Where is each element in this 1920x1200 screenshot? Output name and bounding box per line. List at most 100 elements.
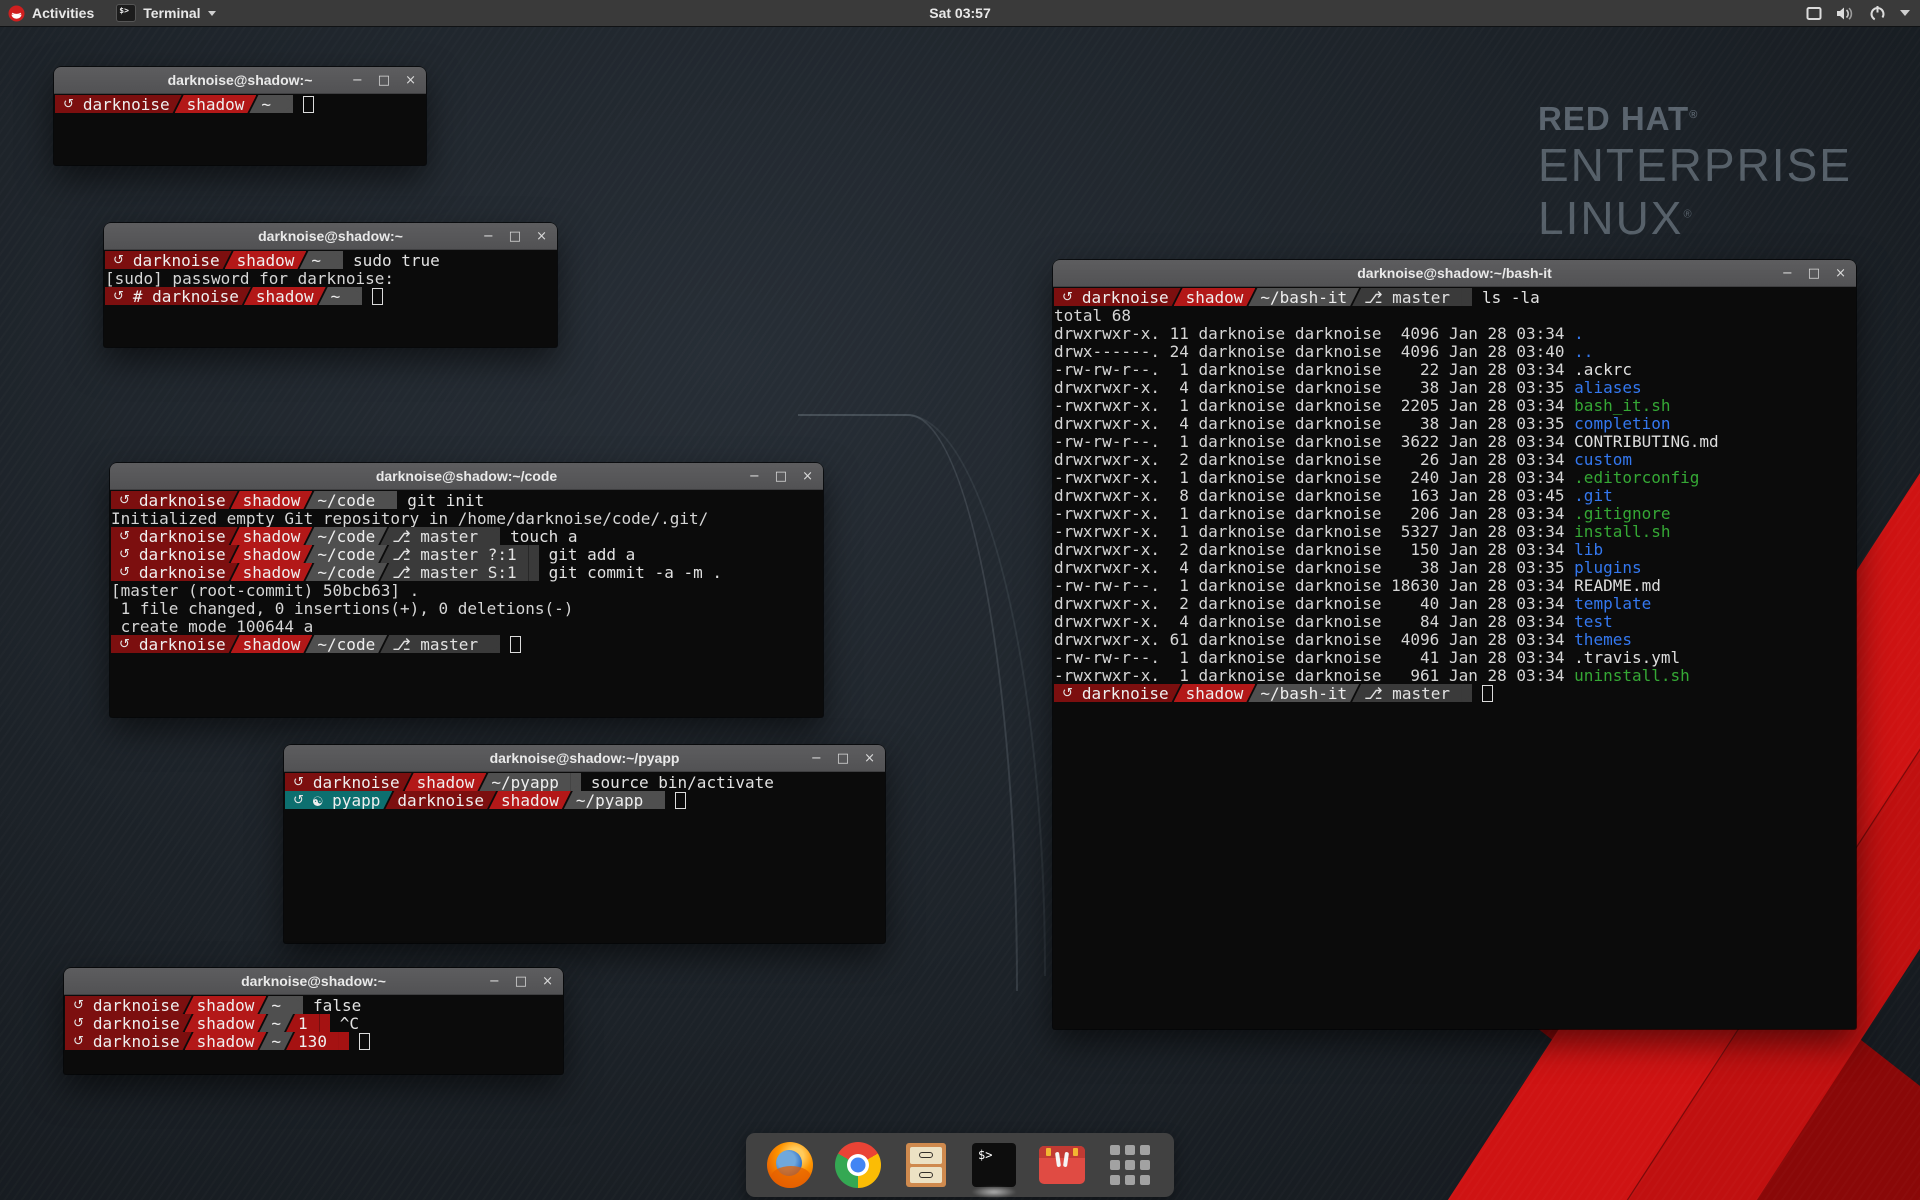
screen-icon[interactable]	[1806, 6, 1822, 21]
activities-label: Activities	[32, 5, 94, 21]
minimize-icon[interactable]: −	[749, 470, 760, 483]
command-text: ls -la	[1482, 288, 1540, 307]
terminal-cursor[interactable]	[359, 1033, 370, 1050]
distro-icon: ↺	[63, 97, 74, 112]
power-icon[interactable]	[1869, 5, 1886, 22]
terminal-cursor[interactable]	[675, 792, 686, 809]
terminal-content[interactable]: ↺darknoiseshadow~false↺darknoiseshadow~1…	[64, 995, 563, 1074]
window-title: darknoise@shadow:~	[241, 973, 386, 989]
titlebar[interactable]: darknoise@shadow:~/bash-it −□×	[1053, 260, 1856, 287]
prompt-line: ↺darknoiseshadow~/code⎇ master S:1git co…	[111, 563, 823, 581]
dock-item-files[interactable]	[902, 1141, 950, 1189]
titlebar[interactable]: darknoise@shadow:~ − □ ×	[104, 223, 557, 250]
output-line: -rwxrwxr-x. 1 darknoise darknoise 2205 J…	[1054, 396, 1856, 414]
dock-item-app-grid[interactable]	[1106, 1141, 1154, 1189]
terminal-icon: $>	[972, 1143, 1016, 1187]
minimize-icon[interactable]: −	[1782, 267, 1793, 280]
prompt-segment-path: ~/code	[305, 491, 387, 509]
brand-line-1: RED HAT®	[1538, 102, 1852, 135]
terminal-content[interactable]: ↺darknoiseshadow~sudo true[sudo] passwor…	[104, 250, 557, 347]
prompt-segment-path: ~/pyapp	[479, 773, 570, 791]
maximize-icon[interactable]: □	[509, 230, 521, 243]
prompt-line: ↺darknoiseshadow~/code⎇ master ?:1git ad…	[111, 545, 823, 563]
terminal-content[interactable]: ↺darknoiseshadow~	[54, 94, 426, 165]
prompt-segment-git: ⎇ master	[380, 635, 490, 653]
ls-entry-meta: drwxrwxr-x. 4 darknoise darknoise 38 Jan…	[1054, 414, 1574, 433]
dock-item-firefox[interactable]	[766, 1141, 814, 1189]
prompt-segment-host: shadow	[244, 287, 326, 305]
distro-icon: ↺	[113, 253, 124, 268]
prompt-arrow-icon	[387, 491, 397, 509]
maximize-icon[interactable]: □	[775, 470, 787, 483]
maximize-icon[interactable]: □	[837, 752, 849, 765]
top-bar: Activities $> Terminal Sat 03:57	[0, 0, 1920, 27]
ls-entry-filename: CONTRIBUTING.md	[1574, 432, 1719, 451]
distro-icon: ↺	[119, 547, 130, 562]
output-text: [sudo] password for darknoise:	[105, 269, 394, 288]
dock-item-toolbox[interactable]	[1038, 1141, 1086, 1189]
prompt-segment-user: ↺darknoise	[111, 545, 238, 563]
prompt-line: ↺darknoiseshadow~	[55, 95, 426, 113]
prompt-arrow-icon	[1462, 288, 1472, 306]
close-icon[interactable]: ×	[536, 230, 547, 243]
command-text: touch a	[510, 527, 577, 546]
titlebar[interactable]: darknoise@shadow:~/pyapp −□×	[284, 745, 885, 772]
terminal-cursor[interactable]	[1482, 685, 1493, 702]
ls-entry-meta: -rwxrwxr-x. 1 darknoise darknoise 240 Ja…	[1054, 468, 1574, 487]
close-icon[interactable]: ×	[405, 74, 416, 87]
dock-item-terminal[interactable]: $>	[970, 1141, 1018, 1189]
output-line: drwxrwxr-x. 4 darknoise darknoise 38 Jan…	[1054, 558, 1856, 576]
redhat-logo-icon	[8, 5, 25, 22]
close-icon[interactable]: ×	[1835, 267, 1846, 280]
ls-entry-meta: drwxrwxr-x. 61 darknoise darknoise 4096 …	[1054, 630, 1574, 649]
volume-icon[interactable]	[1836, 6, 1855, 21]
terminal-window-home-2: darknoise@shadow:~ −□× ↺darknoiseshadow~…	[64, 968, 563, 1074]
output-line: [sudo] password for darknoise:	[105, 269, 557, 287]
titlebar[interactable]: darknoise@shadow:~ − □ ×	[64, 968, 563, 995]
dock-item-chrome[interactable]	[834, 1141, 882, 1189]
close-icon[interactable]: ×	[864, 752, 875, 765]
chrome-icon	[835, 1142, 881, 1188]
prompt-segment-user: ↺darknoise	[65, 1014, 192, 1032]
minimize-icon[interactable]: −	[483, 230, 494, 243]
command-text: false	[313, 996, 361, 1015]
prompt-segment-user: ↺darknoise	[1054, 288, 1181, 306]
maximize-icon[interactable]: □	[515, 975, 527, 988]
distro-icon: ↺	[113, 289, 124, 304]
prompt-line: ↺darknoiseshadow~/bash-it⎇ masterls -la	[1054, 288, 1856, 306]
close-icon[interactable]: ×	[802, 470, 813, 483]
minimize-icon[interactable]: −	[811, 752, 822, 765]
minimize-icon[interactable]: −	[352, 74, 363, 87]
prompt-segment-user: ↺darknoise	[65, 1032, 192, 1050]
app-menu-terminal[interactable]: $> Terminal	[116, 4, 215, 22]
activities-button[interactable]: Activities	[8, 5, 94, 22]
command-text: git add a	[549, 545, 636, 564]
prompt-segment-host: shadow	[185, 996, 267, 1014]
terminal-content[interactable]: ↺darknoiseshadow~/codegit initInitialize…	[110, 490, 823, 717]
terminal-content[interactable]: ↺darknoiseshadow~/bash-it⎇ masterls -lat…	[1053, 287, 1856, 1029]
distro-icon: ↺	[1062, 290, 1073, 305]
minimize-icon[interactable]: −	[489, 975, 500, 988]
brand-line-3: LINUX®	[1538, 195, 1852, 241]
ls-entry-meta: -rw-rw-r--. 1 darknoise darknoise 18630 …	[1054, 576, 1574, 595]
ls-entry-meta: drwx------. 24 darknoise darknoise 4096 …	[1054, 342, 1574, 361]
window-title: darknoise@shadow:~	[258, 228, 403, 244]
output-line: 1 file changed, 0 insertions(+), 0 delet…	[111, 599, 823, 617]
titlebar[interactable]: darknoise@shadow:~ − □ ×	[54, 67, 426, 94]
terminal-cursor[interactable]	[510, 636, 521, 653]
prompt-segment-host: shadow	[405, 773, 487, 791]
prompt-segment-host: shadow	[175, 95, 257, 113]
close-icon[interactable]: ×	[542, 975, 553, 988]
maximize-icon[interactable]: □	[1808, 267, 1820, 280]
terminal-window-sudo: darknoise@shadow:~ − □ × ↺darknoiseshadow~…	[104, 223, 557, 347]
prompt-segment-host: shadow	[1174, 288, 1256, 306]
maximize-icon[interactable]: □	[378, 74, 390, 87]
terminal-cursor[interactable]	[372, 288, 383, 305]
prompt-arrow-icon	[320, 1014, 330, 1032]
window-title: darknoise@shadow:~	[168, 72, 313, 88]
titlebar[interactable]: darknoise@shadow:~/code −□×	[110, 463, 823, 490]
terminal-content[interactable]: ↺darknoiseshadow~/pyappsource bin/activa…	[284, 772, 885, 943]
chevron-down-icon[interactable]	[1900, 10, 1910, 16]
terminal-cursor[interactable]	[303, 96, 314, 113]
clock[interactable]: Sat 03:57	[929, 0, 990, 26]
